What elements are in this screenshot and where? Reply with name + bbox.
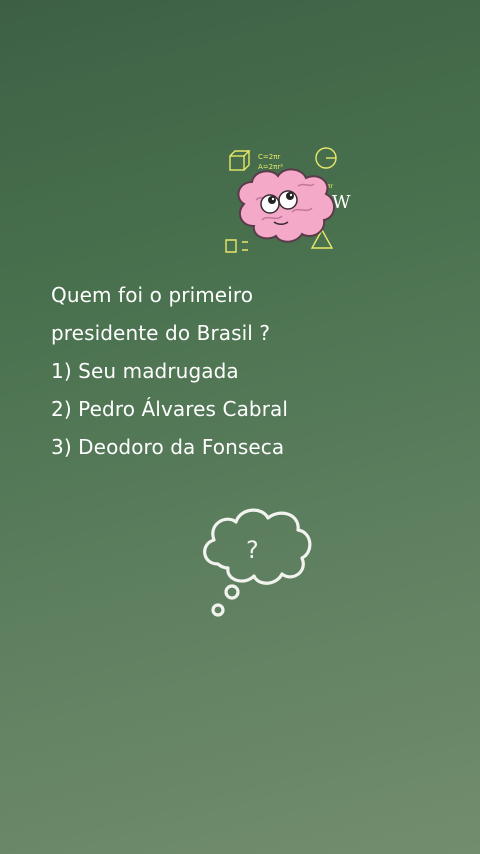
sticker-letter: W [332,192,351,213]
video-frame: C=2πr A=2πr² C=2πr W Quem f [0,0,480,854]
cloud-question-mark: ? [246,536,259,564]
formula-mid-text: A=2πr² [258,163,283,171]
option-3: 3) Deodoro da Fonseca [51,435,285,459]
quiz-block: Quem foi o primeiro presidente do Brasil… [51,276,451,466]
question-thought-cloud-icon: ? [196,502,316,626]
question-line-1: Quem foi o primeiro [51,283,254,307]
formula-top-text: C=2πr [258,153,280,161]
brain-icon: C=2πr A=2πr² C=2πr W [222,142,362,264]
option-2: 2) Pedro Álvares Cabral [51,397,289,421]
question-line-2: presidente do Brasil ? [51,321,271,345]
option-1: 1) Seu madrugada [51,359,239,383]
